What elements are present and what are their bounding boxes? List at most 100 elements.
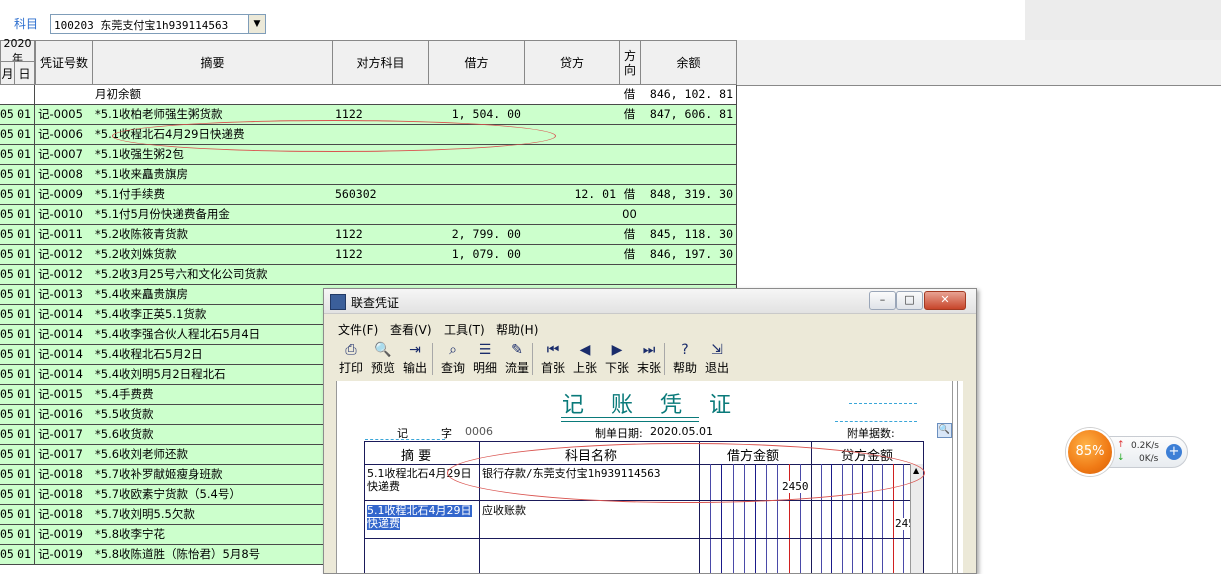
prev-icon: ◀ <box>579 342 591 358</box>
table-row[interactable]: 05 01 记-0012 *5.2收刘姝货款 1122 1, 079. 00 借 846, 1… <box>0 245 737 265</box>
day-cell: 01 <box>14 125 35 145</box>
attachments-label: 附单据数: <box>847 427 895 440</box>
toolbar-separator <box>432 343 433 375</box>
summary-cell: *5.1收程北石4月29日快递费 <box>92 125 333 145</box>
debit-cell <box>428 85 525 105</box>
voucher-no-cell: 记-0015 <box>35 385 93 405</box>
counter-account-cell: 560302 <box>332 185 429 205</box>
voucher-title: 记 账 凭 证 <box>562 393 741 418</box>
counter-account-cell: 1122 <box>332 245 429 265</box>
day-cell <box>14 85 35 105</box>
toolbar-button-2[interactable]: 🔍 预览 <box>368 341 398 377</box>
digit-column-line <box>831 464 832 573</box>
direction-cell: 借 <box>619 245 641 265</box>
grid-divider <box>811 442 812 573</box>
month-header: 月 <box>0 61 15 85</box>
debit-cell <box>428 265 525 285</box>
toolbar-button-8[interactable]: ◀ 上张 <box>570 341 600 377</box>
credit-column-header: 贷方金额 <box>841 449 894 464</box>
date-label: 制单日期: <box>595 427 643 440</box>
voucher-no-cell: 记-0018 <box>35 465 93 485</box>
voucher-no-cell: 记-0017 <box>35 445 93 465</box>
digit-column-line <box>755 464 756 573</box>
entry-2-summary[interactable]: 5.1收程北石4月29日 <box>367 505 472 517</box>
last-icon: ⏭ <box>642 342 656 358</box>
network-speed-widget[interactable]: ↑ 0.2K/s ↓ 0K/s 85% + <box>1066 428 1188 476</box>
direction-cell: 借 <box>619 105 641 125</box>
entry-1-account: 银行存款/东莞支付宝1h939114563 <box>482 467 661 480</box>
table-row[interactable]: 05 01 记-0008 *5.1收来矗贵旗房 <box>0 165 737 185</box>
toolbar-button-10[interactable]: ⏭ 末张 <box>634 341 664 377</box>
summary-column-header: 摘 要 <box>401 449 432 464</box>
balance-cell <box>640 165 737 185</box>
summary-cell: *5.5收货款 <box>92 405 333 425</box>
voucher-scrollbar[interactable]: ▲ <box>910 464 923 573</box>
toolbar-button-11[interactable]: ? 帮助 <box>670 341 700 377</box>
menu-file[interactable]: 文件(F) <box>338 321 378 338</box>
voucher-grid-header: 摘 要 科目名称 借方金额 贷方金额 <box>365 442 923 465</box>
table-row[interactable]: 05 01 记-0006 *5.1收程北石4月29日快递费 <box>0 125 737 145</box>
toolbar-button-label: 首张 <box>540 361 565 375</box>
digit-column-line <box>710 464 711 573</box>
scroll-up-icon[interactable]: ▲ <box>913 466 919 475</box>
table-row[interactable]: 05 01 记-0009 *5.1付手续费 560302 12. 01 借 848, 319.… <box>0 185 737 205</box>
account-select[interactable]: 100203 东莞支付宝1h939114563 ▼ <box>50 14 266 34</box>
chevron-down-icon[interactable]: ▼ <box>248 15 265 33</box>
month-cell: 05 <box>0 405 15 425</box>
voucher-word: 记 <box>397 427 408 440</box>
menu-help[interactable]: 帮助(H) <box>496 321 538 338</box>
accelerate-plus-icon[interactable]: + <box>1166 444 1182 460</box>
credit-cell <box>524 125 620 145</box>
table-row[interactable]: 05 01 记-0010 *5.1付5月份快递费备用金 00 <box>0 205 737 225</box>
month-cell: 05 <box>0 165 15 185</box>
credit-cell <box>524 165 620 185</box>
toolbar-button-9[interactable]: ▶ 下张 <box>602 341 632 377</box>
search-icon[interactable]: 🔍 <box>937 423 952 438</box>
voucher-no-cell: 记-0018 <box>35 485 93 505</box>
app-icon <box>330 294 346 310</box>
voucher-no-cell: 记-0014 <box>35 365 93 385</box>
digit-column-line <box>721 464 722 573</box>
toolbar-button-7[interactable]: ⏮ 首张 <box>538 341 568 377</box>
balance-cell: 847, 606. 81 <box>640 105 737 125</box>
summary-cell: *5.4收程北石5月2日 <box>92 345 333 365</box>
voucher-no-cell: 记-0011 <box>35 225 93 245</box>
preview-icon: 🔍 <box>374 342 392 358</box>
minimize-button[interactable]: – <box>869 291 896 310</box>
menu-view[interactable]: 查看(V) <box>390 321 432 338</box>
memory-usage-ball[interactable]: 85% <box>1066 428 1114 476</box>
menu-bar: 文件(F) 查看(V) 工具(T) 帮助(H) <box>324 319 976 337</box>
dialog-title: 联查凭证 <box>351 296 400 310</box>
credit-cell <box>524 145 620 165</box>
entry-2-summary-cont[interactable]: 快递费 <box>367 518 400 530</box>
toolbar-button-3[interactable]: ⇥ 输出 <box>400 341 430 377</box>
table-row[interactable]: 月初余额 借 846, 102. 81 <box>0 85 737 105</box>
direction-cell <box>619 145 641 165</box>
menu-tools[interactable]: 工具(T) <box>444 321 485 338</box>
debit-cell <box>428 165 525 185</box>
toolbar-button-12[interactable]: ⇲ 退出 <box>702 341 732 377</box>
toolbar-button-6[interactable]: ✎ 流量 <box>502 341 532 377</box>
toolbar-button-label: 末张 <box>636 361 661 375</box>
toolbar-button-4[interactable]: ⌕ 查询 <box>438 341 468 377</box>
day-cell: 01 <box>14 445 35 465</box>
month-cell: 05 <box>0 525 15 545</box>
debit-cell <box>428 185 525 205</box>
direction-cell <box>619 125 641 145</box>
dialog-titlebar[interactable]: 联查凭证 – □ ✕ <box>324 289 976 314</box>
voucher-no-cell: 记-0014 <box>35 325 93 345</box>
close-button[interactable]: ✕ <box>924 291 966 310</box>
toolbar-button-5[interactable]: ☰ 明细 <box>470 341 500 377</box>
table-row[interactable]: 05 01 记-0007 *5.1收强生粥2包 <box>0 145 737 165</box>
table-row[interactable]: 05 01 记-0011 *5.2收陈筱青货款 1122 2, 799. 00 借 845, … <box>0 225 737 245</box>
toolbar-button-label: 下张 <box>604 361 629 375</box>
maximize-button[interactable]: □ <box>896 291 923 310</box>
toolbar-button-1[interactable]: ⎙ 打印 <box>336 341 366 377</box>
voucher-title-underline <box>561 417 699 422</box>
voucher-no-cell: 记-0017 <box>35 425 93 445</box>
day-cell: 01 <box>14 245 35 265</box>
summary-cell: *5.4手费费 <box>92 385 333 405</box>
summary-cell: *5.7收刘明5.5欠款 <box>92 505 333 525</box>
table-row[interactable]: 05 01 记-0005 *5.1收柏老师强生粥货款 1122 1, 504. 00 借 84… <box>0 105 737 125</box>
table-row[interactable]: 05 01 记-0012 *5.2收3月25号六和文化公司货款 <box>0 265 737 285</box>
